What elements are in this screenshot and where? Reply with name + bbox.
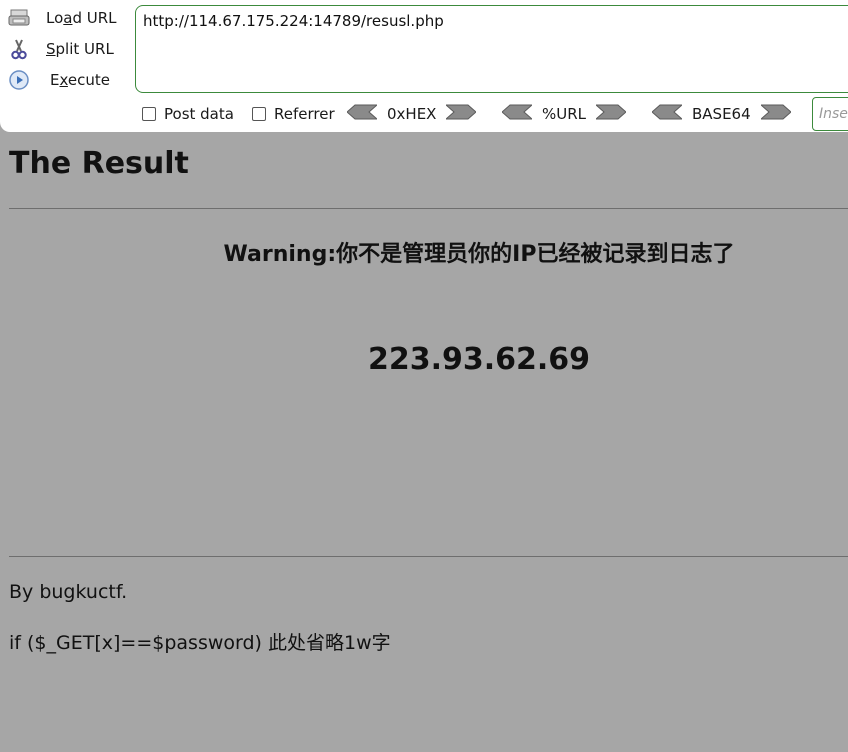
load-url-button[interactable]: Load URL (8, 6, 128, 30)
hex-encode-arrow-icon[interactable] (445, 104, 478, 124)
base64-encoder: BASE64 (651, 104, 792, 124)
hex-decode-arrow-icon[interactable] (346, 104, 379, 124)
url-encode-arrow-icon[interactable] (594, 104, 627, 124)
split-url-label: Split URL (46, 40, 114, 58)
divider-bottom (9, 556, 848, 557)
url-encoder-label: %URL (542, 105, 587, 123)
execute-label: Execute (50, 71, 110, 89)
execute-button[interactable]: Execute (8, 68, 128, 92)
divider-top (9, 208, 848, 209)
base64-decode-arrow-icon[interactable] (651, 104, 684, 124)
url-textarea[interactable]: http://114.67.175.224:14789/resusl.php (135, 5, 848, 93)
referrer-label: Referrer (274, 105, 335, 123)
load-url-icon (8, 7, 30, 29)
footer-code: if ($_GET[x]==$password) 此处省略1w字 (9, 632, 391, 654)
base64-encode-arrow-icon[interactable] (759, 104, 792, 124)
hackbar-toolbar: Load URL Split URL Execute http://114.67… (0, 0, 848, 132)
ip-address: 223.93.62.69 (367, 342, 591, 377)
url-decode-arrow-icon[interactable] (501, 104, 534, 124)
hex-label: 0xHEX (387, 105, 437, 123)
post-data-label: Post data (164, 105, 234, 123)
insert-string-input[interactable]: Inse (812, 97, 848, 131)
page-title: The Result (9, 146, 189, 181)
post-data-toggle[interactable]: Post data (142, 103, 234, 125)
footer-by: By bugkuctf. (9, 581, 128, 603)
referrer-checkbox[interactable] (252, 107, 266, 121)
referrer-toggle[interactable]: Referrer (252, 103, 335, 125)
url-encoder: %URL (501, 104, 627, 124)
post-data-checkbox[interactable] (142, 107, 156, 121)
hex-encoder: 0xHEX (346, 104, 478, 124)
load-url-label: Load URL (46, 9, 117, 27)
warning-message: Warning:你不是管理员你的IP已经被记录到日志了 (223, 242, 735, 267)
play-icon (8, 69, 30, 91)
split-url-button[interactable]: Split URL (8, 37, 128, 61)
scissors-icon (8, 38, 30, 60)
base64-label: BASE64 (692, 105, 751, 123)
